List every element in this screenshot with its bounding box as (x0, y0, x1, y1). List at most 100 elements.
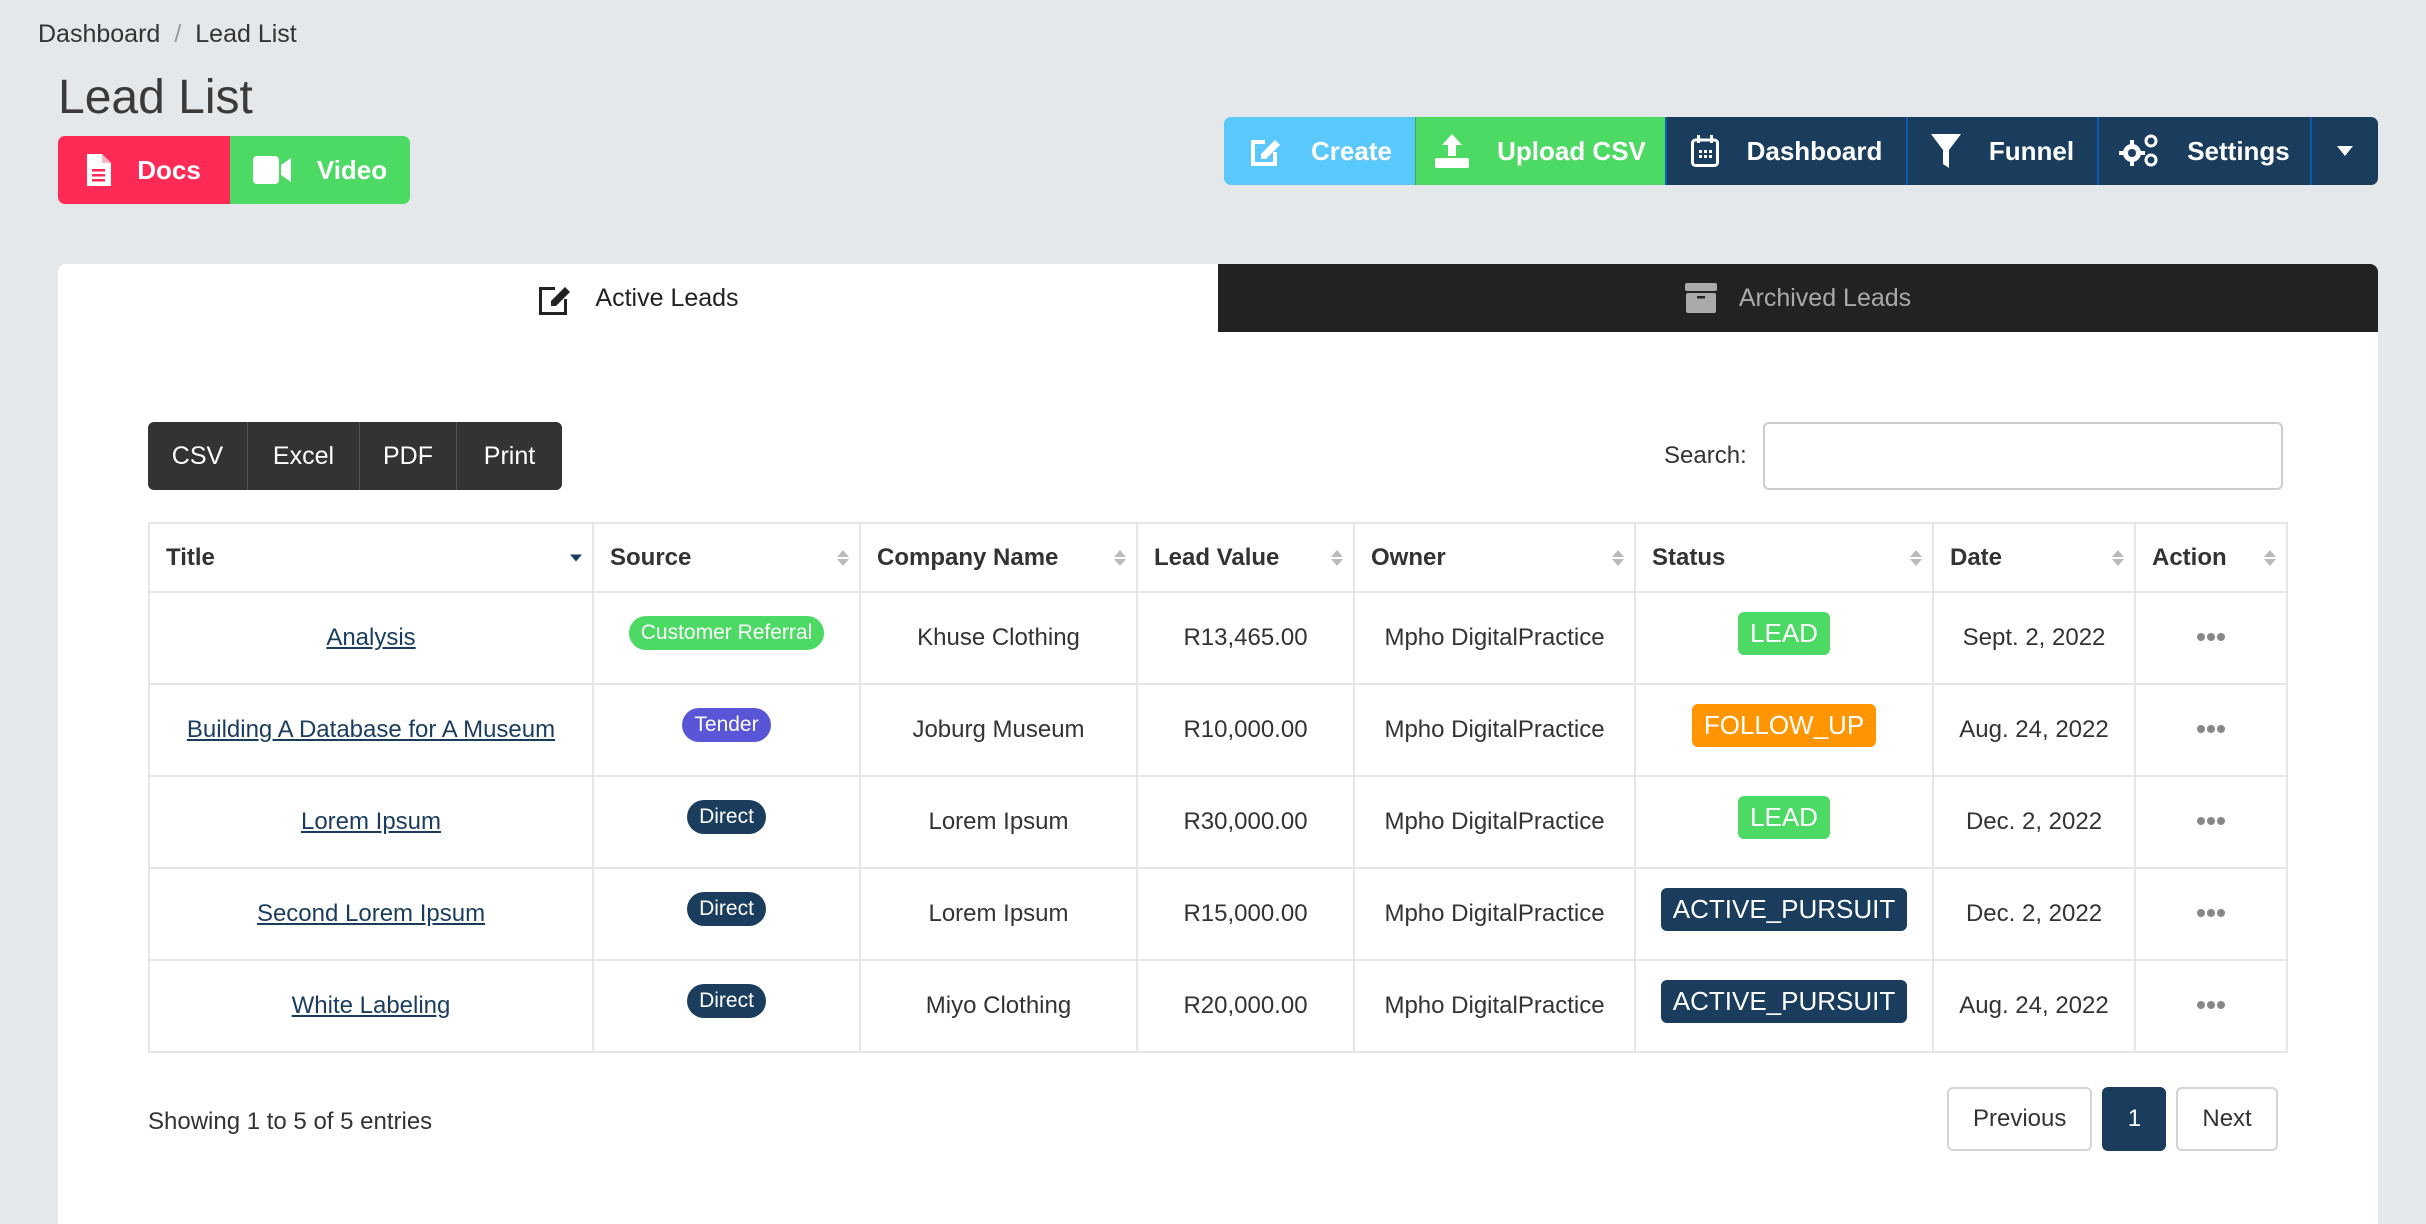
more-options-icon[interactable] (2197, 725, 2225, 733)
create-button-label: Create (1311, 135, 1392, 166)
search-label: Search: (1664, 442, 1747, 469)
sort-desc-icon (570, 554, 582, 561)
column-header-label: Lead Value (1154, 543, 1280, 571)
cell-owner: Mpho DigitalPractice (1353, 591, 1636, 685)
table-row: White Labeling Direct Miyo Clothing R20,… (148, 959, 2288, 1053)
export-csv-button[interactable]: CSV (148, 422, 247, 490)
cell-company: Miyo Clothing (859, 959, 1138, 1053)
action-button-group: Create Upload CSV Dashboard Funnel Setti… (1224, 117, 2378, 185)
lead-title-link[interactable]: Second Lorem Ipsum (257, 900, 485, 927)
funnel-icon (1930, 134, 1961, 168)
export-button-group: CSV Excel PDF Print (148, 422, 562, 490)
tab-archived-leads[interactable]: Archived Leads (1218, 264, 2378, 332)
cell-lead-value: R20,000.00 (1136, 959, 1355, 1053)
cell-source: Direct (592, 867, 861, 961)
table-row: Second Lorem Ipsum Direct Lorem Ipsum R1… (148, 867, 2288, 961)
help-button-group: Docs Video (58, 136, 410, 204)
status-badge: LEAD (1738, 611, 1830, 655)
create-button[interactable]: Create (1224, 117, 1415, 185)
column-header-title[interactable]: Title (148, 522, 594, 593)
cell-date: Aug. 24, 2022 (1932, 683, 2136, 777)
video-button[interactable]: Video (230, 136, 410, 204)
page-title: Lead List (58, 71, 253, 124)
sort-icon (1612, 549, 1624, 566)
calendar-icon (1690, 135, 1719, 167)
cell-action (2134, 959, 2288, 1053)
column-header-owner[interactable]: Owner (1353, 522, 1636, 593)
tab-archived-leads-label: Archived Leads (1738, 283, 1912, 312)
caret-down-icon (2337, 146, 2353, 156)
funnel-button[interactable]: Funnel (1906, 117, 2097, 185)
status-badge: FOLLOW_UP (1691, 703, 1877, 747)
breadcrumb: Dashboard / Lead List (38, 20, 297, 49)
column-header-action[interactable]: Action (2134, 522, 2288, 593)
column-header-status[interactable]: Status (1634, 522, 1934, 593)
column-header-date[interactable]: Date (1932, 522, 2136, 593)
page-1-button[interactable]: 1 (2102, 1087, 2167, 1151)
more-options-icon[interactable] (2197, 817, 2225, 825)
cell-action (2134, 775, 2288, 869)
docs-button[interactable]: Docs (58, 136, 230, 204)
more-options-icon[interactable] (2197, 909, 2225, 917)
export-pdf-button[interactable]: PDF (359, 422, 456, 490)
cell-owner: Mpho DigitalPractice (1353, 959, 1636, 1053)
breadcrumb-dashboard[interactable]: Dashboard (38, 20, 160, 49)
sort-icon (1910, 549, 1922, 566)
leads-table: Title Source Company Name Lead Value Own… (148, 522, 2288, 1053)
column-header-lead-value[interactable]: Lead Value (1136, 522, 1355, 593)
cell-status: ACTIVE_PURSUIT (1634, 959, 1934, 1053)
upload-csv-button[interactable]: Upload CSV (1415, 117, 1665, 185)
cell-source: Direct (592, 959, 861, 1053)
cell-lead-value: R13,465.00 (1136, 591, 1355, 685)
print-button[interactable]: Print (456, 422, 562, 490)
table-body: Analysis Customer Referral Khuse Clothin… (148, 591, 2288, 1053)
cell-lead-value: R15,000.00 (1136, 867, 1355, 961)
cell-company: Khuse Clothing (859, 591, 1138, 685)
previous-page-button[interactable]: Previous (1947, 1087, 2093, 1151)
export-excel-button[interactable]: Excel (247, 422, 359, 490)
column-header-label: Source (610, 543, 692, 571)
search-input[interactable] (1762, 422, 2283, 490)
cell-status: LEAD (1634, 591, 1934, 685)
cell-company: Lorem Ipsum (859, 867, 1138, 961)
cell-title: Lorem Ipsum (148, 775, 594, 869)
cell-title: White Labeling (148, 959, 594, 1053)
cell-lead-value: R10,000.00 (1136, 683, 1355, 777)
cell-company: Joburg Museum (859, 683, 1138, 777)
column-header-label: Company Name (877, 543, 1059, 571)
settings-button[interactable]: Settings (2097, 117, 2310, 185)
sort-icon (1114, 549, 1126, 566)
more-options-icon[interactable] (2197, 633, 2225, 641)
dashboard-button[interactable]: Dashboard (1665, 117, 1906, 185)
leads-card: Active Leads Archived Leads CSV Excel PD… (58, 264, 2378, 1224)
cell-status: ACTIVE_PURSUIT (1634, 867, 1934, 961)
table-row: Building A Database for A Museum Tender … (148, 683, 2288, 777)
sort-icon (2264, 549, 2276, 566)
archive-box-icon (1684, 283, 1717, 313)
more-options-icon[interactable] (2197, 1001, 2225, 1009)
sort-icon (837, 549, 849, 566)
cell-lead-value: R30,000.00 (1136, 775, 1355, 869)
cell-date: Dec. 2, 2022 (1932, 867, 2136, 961)
lead-title-link[interactable]: Lorem Ipsum (301, 808, 441, 835)
source-badge: Direct (687, 984, 766, 1018)
column-header-source[interactable]: Source (592, 522, 861, 593)
source-badge: Customer Referral (628, 616, 825, 650)
upload-icon (1435, 134, 1470, 168)
sort-icon (1331, 549, 1343, 566)
cell-action (2134, 683, 2288, 777)
file-icon (87, 154, 112, 186)
table-row: Analysis Customer Referral Khuse Clothin… (148, 591, 2288, 685)
tab-active-leads[interactable]: Active Leads (58, 264, 1218, 332)
column-header-company[interactable]: Company Name (859, 522, 1138, 593)
lead-title-link[interactable]: Building A Database for A Museum (187, 716, 555, 743)
more-actions-dropdown[interactable] (2310, 117, 2378, 185)
cell-company: Lorem Ipsum (859, 775, 1138, 869)
next-page-button[interactable]: Next (2176, 1087, 2278, 1151)
video-button-label: Video (316, 154, 388, 185)
status-badge: LEAD (1738, 795, 1830, 839)
video-camera-icon (252, 156, 291, 184)
cell-source: Customer Referral (592, 591, 861, 685)
lead-title-link[interactable]: White Labeling (292, 992, 451, 1019)
lead-title-link[interactable]: Analysis (326, 624, 415, 651)
